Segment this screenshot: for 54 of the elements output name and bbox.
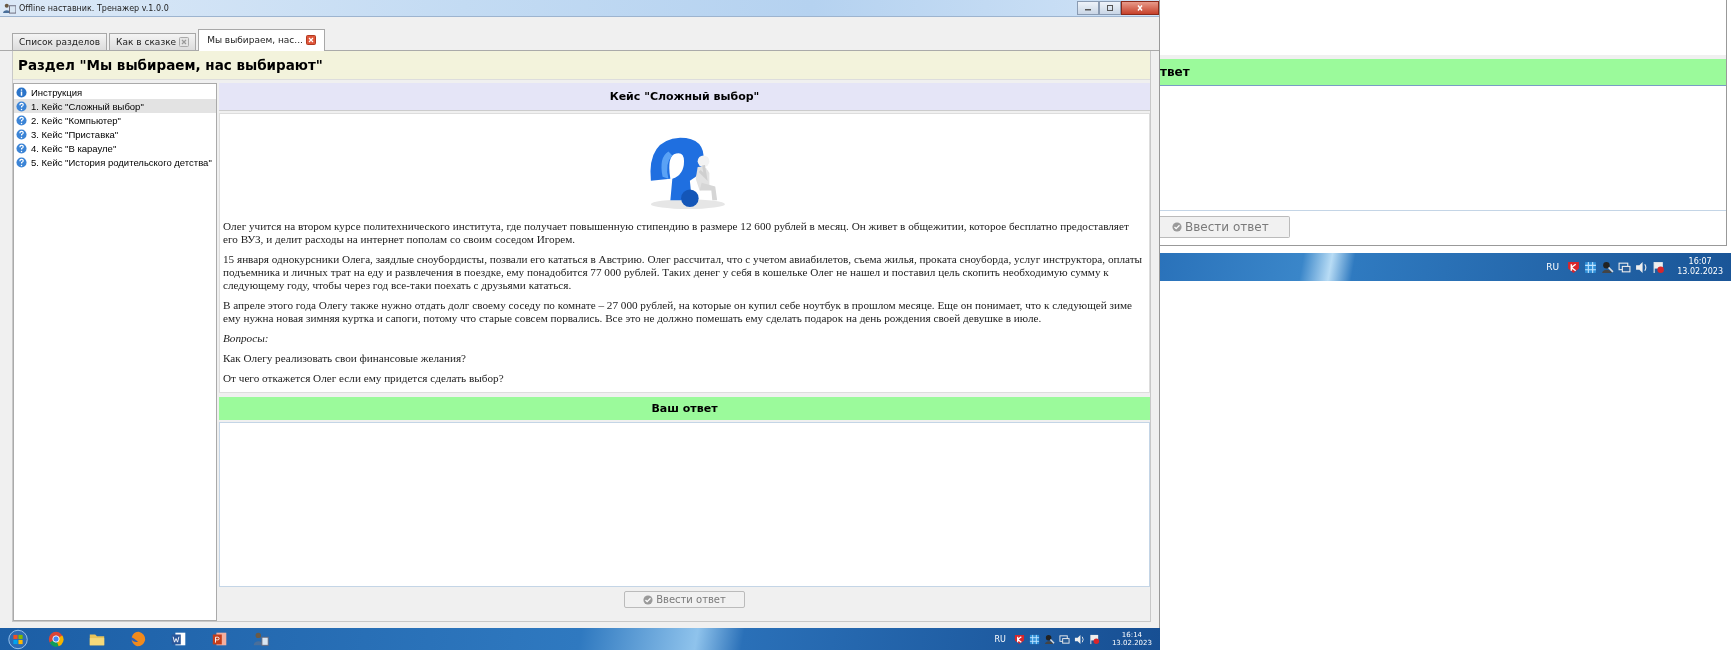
flag-icon[interactable] xyxy=(1088,633,1100,645)
tab-label: Список разделов xyxy=(19,37,101,47)
tab-label: Как в сказке xyxy=(116,37,177,47)
paragraph: 15 января однокурсники Олега, заядлые сноубордисты, позвали его кататься в Австрию. Олег рассчитал, что с учетом авиабилетов, съема жилья, проката сноуборда, услуг инструктора, оплаты подъемника и личных трат на еду и развлечения в поездке, ему понадобится 77 000 рублей. Таких денег у себя в кошельке Олег не нашел и поставил цель скопить необходимую сумму к следующему году, чтобы через год все-таки поехать с друзьями кататься. xyxy=(223,253,1144,292)
sidebar-item[interactable]: Инструкция xyxy=(14,85,216,99)
clock[interactable]: 16:07 13.02.2023 xyxy=(1677,257,1723,277)
language-indicator[interactable]: RU xyxy=(994,634,1006,644)
help-icon xyxy=(16,142,27,154)
grid-icon[interactable] xyxy=(1584,260,1598,274)
maximize-icon xyxy=(1105,4,1115,12)
network-icon[interactable] xyxy=(1618,260,1632,274)
check-icon xyxy=(643,594,654,605)
maximize-button[interactable] xyxy=(1099,1,1121,15)
user-icon[interactable] xyxy=(1601,260,1615,274)
tab-label: Мы выбираем, нас... xyxy=(207,35,303,45)
network-icon[interactable] xyxy=(1058,633,1070,645)
speaker-icon[interactable] xyxy=(1073,633,1085,645)
speaker-icon[interactable] xyxy=(1635,260,1649,274)
paragraph: Олег учится на втором курсе политехнического института, где получает повышенную стипендию в размере 12 600 рублей в месяц. Он живет в общежитии, которое бесплатно предоставляет его ВУЗ, и делит расходы на интернет пополам со своим соседом Игорем. xyxy=(223,220,1130,246)
section-header: Раздел "Мы выбираем, нас выбирают" xyxy=(13,51,1150,80)
sidebar-item[interactable]: 2. Кейс "Компьютер" xyxy=(14,113,216,127)
close-button[interactable] xyxy=(1121,1,1159,15)
sidebar-item[interactable]: 3. Кейс "Приставка" xyxy=(14,127,216,141)
close-icon[interactable] xyxy=(305,35,316,45)
tab[interactable]: Список разделов xyxy=(12,33,108,50)
answer-header: твет xyxy=(1160,59,1726,86)
tab[interactable]: Как в сказке xyxy=(109,33,197,50)
paragraph: В апреле этого года Олегу также нужно отдать долг своему соседу по комнате – 27 000 рублей, на которые он купил себе ноутбук в прошлом месяце. Еще он понимает, что к следующей зиме ему нужна новая зимняя куртка и сапоги, потому что старые совсем порвались. Все это не должно помешать ему сделать подарок на день рождения своей девушке в июле. xyxy=(223,299,1133,325)
help-icon xyxy=(16,100,27,112)
answer-field[interactable] xyxy=(219,422,1150,587)
shield-icon[interactable] xyxy=(1013,633,1025,645)
start-button[interactable] xyxy=(6,628,30,650)
case-header: Кейс "Сложный выбор" xyxy=(219,83,1150,111)
help-icon xyxy=(16,156,27,168)
check-icon xyxy=(1172,222,1182,232)
info-icon xyxy=(16,86,27,98)
shield-icon[interactable] xyxy=(1567,260,1581,274)
help-icon xyxy=(16,128,27,140)
flag-icon[interactable] xyxy=(1652,260,1666,274)
close-icon xyxy=(1135,4,1145,12)
help-icon xyxy=(16,114,27,126)
sidebar-item[interactable]: 1. Кейс "Сложный выбор" xyxy=(14,99,216,113)
paragraph: От чего откажется Олег если ему придется сделать выбор? xyxy=(223,372,505,385)
paragraph: Как Олегу реализовать свои финансовые желания? xyxy=(223,352,468,365)
questions-heading: Вопросы: xyxy=(223,332,270,345)
language-indicator[interactable]: RU xyxy=(1546,262,1560,272)
sidebar-item[interactable]: 5. Кейс "История родительского детства" xyxy=(14,155,216,169)
user-icon[interactable] xyxy=(1043,633,1055,645)
people-icon xyxy=(3,2,16,14)
grid-icon[interactable] xyxy=(1028,633,1040,645)
tab[interactable]: Мы выбираем, нас... xyxy=(198,29,325,51)
answer-header: Ваш ответ xyxy=(219,397,1150,420)
sidebar-item[interactable]: 4. Кейс "В карауле" xyxy=(14,141,216,155)
window-title: Offline наставник. Тренажер v.1.0.0 xyxy=(19,3,169,13)
